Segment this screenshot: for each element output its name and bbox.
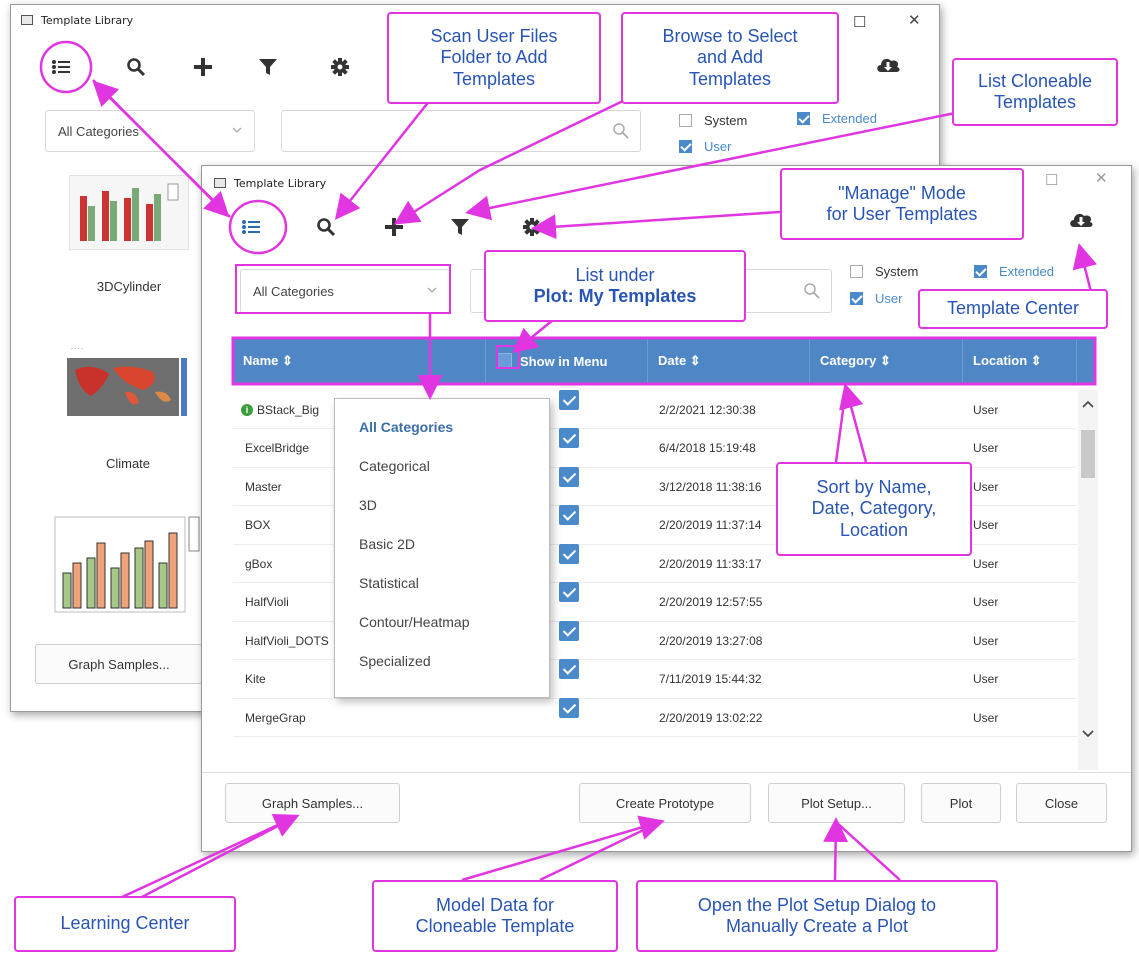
callout-browse-templates: Browse to Select and Add Templates (621, 12, 839, 104)
callout-list-under: List under Plot: My Templates (484, 250, 746, 322)
callout-model-data: Model Data for Cloneable Template (372, 880, 618, 952)
highlight-circle (39, 40, 93, 94)
callout-text: List under (575, 264, 655, 285)
callout-manage-mode: "Manage" Mode for User Templates (780, 168, 1024, 240)
callout-text: Sort by Name, Date, Category, Location (811, 477, 937, 540)
callout-text-bold: Plot: My Templates (533, 286, 697, 306)
callout-template-center: Template Center (918, 289, 1108, 329)
callout-text: Browse to Select and Add Templates (662, 26, 798, 89)
header-highlight (231, 336, 1097, 386)
highlight-circle (228, 199, 288, 255)
callout-text: Scan User Files Folder to Add Templates (430, 26, 558, 89)
callout-sort: Sort by Name, Date, Category, Location (776, 462, 972, 556)
callout-text: Open the Plot Setup Dialog to Manually C… (697, 894, 937, 936)
callout-text: List Cloneable Templates (977, 70, 1093, 112)
callout-text: "Manage" Mode for User Templates (826, 182, 978, 224)
select-highlight (235, 264, 451, 314)
callout-open-plot-setup: Open the Plot Setup Dialog to Manually C… (636, 880, 998, 952)
callout-text: Model Data for Cloneable Template (415, 894, 575, 936)
callout-text: Learning Center (60, 913, 190, 934)
callout-text: Template Center (946, 298, 1080, 319)
callout-scan-user-files: Scan User Files Folder to Add Templates (387, 12, 601, 104)
callout-list-cloneable: List Cloneable Templates (952, 58, 1118, 126)
callout-learning-center: Learning Center (14, 896, 236, 952)
